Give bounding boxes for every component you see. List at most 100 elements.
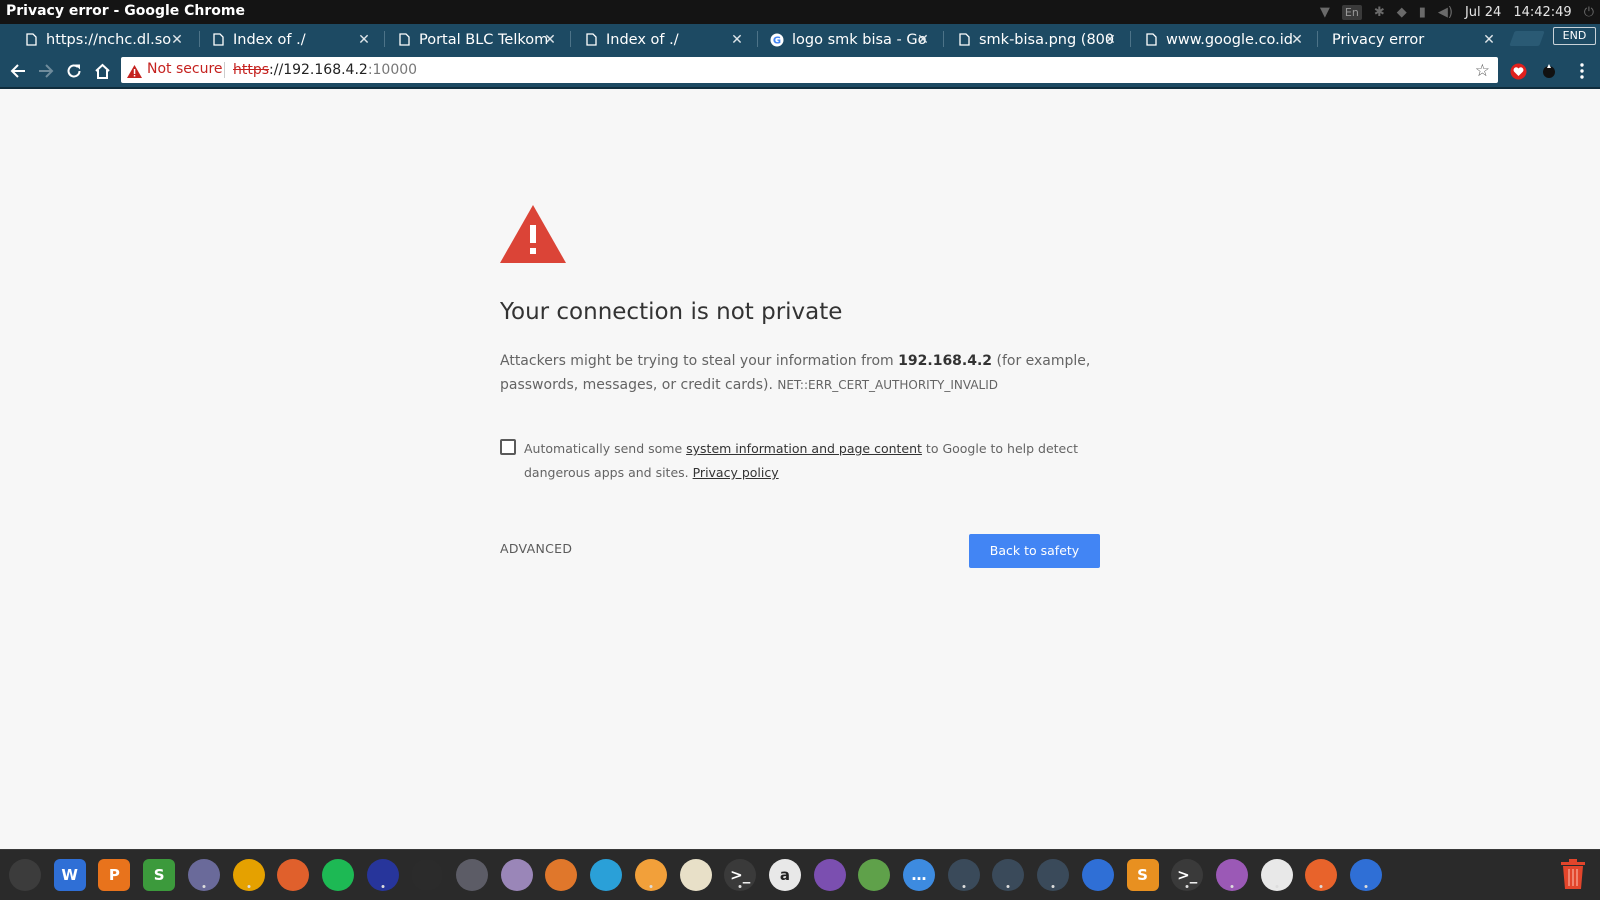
date-label[interactable]: Jul 24 xyxy=(1465,5,1501,20)
dock-app-firefox-icon[interactable] xyxy=(277,859,310,891)
dock-app-wps-spreadsheets-icon[interactable]: S xyxy=(143,859,176,891)
system-info-link[interactable]: system information and page content xyxy=(686,441,922,456)
close-icon[interactable]: ✕ xyxy=(730,32,744,48)
tab-divider xyxy=(943,31,944,47)
dock-app-app-cream-icon[interactable] xyxy=(679,859,712,891)
volume-icon[interactable]: ◀) xyxy=(1438,5,1453,20)
report-prefix: Automatically send some xyxy=(524,441,687,456)
error-code[interactable]: NET::ERR_CERT_AUTHORITY_INVALID xyxy=(777,378,998,392)
tab-divider xyxy=(1317,31,1318,47)
dock-app-inkscape-icon[interactable] xyxy=(411,859,444,891)
close-icon[interactable]: ✕ xyxy=(1290,32,1304,48)
battery-icon[interactable]: ▮ xyxy=(1419,5,1426,20)
url-scheme: https xyxy=(233,62,270,78)
dock-app-feather-icon[interactable] xyxy=(813,859,846,891)
warning-triangle-icon[interactable] xyxy=(127,63,142,82)
dock-app-wps-writer-icon[interactable]: W xyxy=(53,859,86,891)
clock-label[interactable]: 14:42:49 xyxy=(1513,5,1571,20)
dock-app-text-editor-icon[interactable] xyxy=(1215,859,1248,891)
browser-toolbar: Not secure https://192.168.4.2:10000 ☆ xyxy=(0,53,1600,89)
home-icon xyxy=(94,63,110,79)
system-tray: ▼ En ✱ ◆ ▮ ◀) Jul 24 14:42:49 ⏻ xyxy=(1320,2,1594,22)
chrome-menu-button[interactable] xyxy=(1572,61,1592,81)
dock-app-terminal-2-icon[interactable]: >_ xyxy=(1171,859,1204,891)
document-icon xyxy=(397,33,411,47)
tab-divider xyxy=(1130,31,1131,47)
more-vertical-icon xyxy=(1580,63,1584,79)
close-icon[interactable]: ✕ xyxy=(543,32,557,48)
close-icon[interactable]: ✕ xyxy=(1482,32,1496,48)
dock-app-glyph: >_ xyxy=(730,866,751,884)
arrow-right-icon xyxy=(39,64,54,78)
dock-app-app-orange-2-icon[interactable] xyxy=(1305,859,1338,891)
dock-app-list-app-icon[interactable] xyxy=(1081,859,1114,891)
dock-app-app-purple-icon[interactable] xyxy=(500,859,533,891)
extension-icon[interactable] xyxy=(1539,61,1559,81)
close-icon[interactable]: ✕ xyxy=(357,32,371,48)
dock-app-chrome-icon[interactable] xyxy=(232,859,265,891)
close-icon[interactable]: ✕ xyxy=(1103,32,1117,48)
address-bar[interactable]: Not secure https://192.168.4.2:10000 ☆ xyxy=(121,57,1498,83)
tab-1[interactable]: https://nchc.dl.so ✕ xyxy=(16,26,192,53)
dock-app-chat-icon[interactable]: … xyxy=(903,859,935,891)
notification-icon[interactable]: ◆ xyxy=(1397,5,1407,20)
dock-app-glyph: W xyxy=(61,866,78,884)
advanced-button[interactable]: ADVANCED xyxy=(500,541,572,556)
tab-5[interactable]: G logo smk bisa - Go ✕ xyxy=(762,26,938,53)
not-secure-label[interactable]: Not secure xyxy=(147,61,223,77)
dock-app-app-signature-icon[interactable] xyxy=(1260,859,1293,891)
dock-app-amazon-icon[interactable]: a xyxy=(768,859,801,891)
bluetooth-icon[interactable]: ✱ xyxy=(1374,5,1385,20)
dock-app-ubuntu-launcher-icon[interactable] xyxy=(9,859,41,891)
keyboard-language-indicator[interactable]: En xyxy=(1341,4,1362,20)
tab-divider xyxy=(199,31,200,47)
tab-6[interactable]: smk-bisa.png (800 ✕ xyxy=(949,26,1125,53)
dock-app-app-magnifier-3-icon[interactable] xyxy=(1037,859,1070,891)
explanation-prefix: Attackers might be trying to steal your … xyxy=(500,353,899,369)
reload-button[interactable] xyxy=(63,60,85,82)
close-icon[interactable]: ✕ xyxy=(170,32,184,48)
back-button[interactable] xyxy=(7,60,29,82)
dock-app-image-viewer-icon[interactable] xyxy=(858,859,891,891)
dock-app-app-grey-icon[interactable] xyxy=(456,859,488,891)
running-indicator xyxy=(247,885,250,888)
tab-active-privacy-error[interactable]: Privacy error ✕ xyxy=(1322,26,1504,53)
document-icon xyxy=(584,33,598,47)
running-indicator xyxy=(1275,885,1279,888)
bookmark-star-icon[interactable]: ☆ xyxy=(1475,61,1490,81)
extended-reporting-checkbox[interactable] xyxy=(500,439,516,455)
wifi-icon[interactable]: ▼ xyxy=(1320,5,1330,20)
tab-2[interactable]: Index of ./ ✕ xyxy=(203,26,379,53)
url-text[interactable]: https://192.168.4.2:10000 xyxy=(233,62,417,78)
dock-app-app-globe-icon[interactable] xyxy=(1350,859,1382,891)
back-to-safety-button[interactable]: Back to safety xyxy=(969,534,1100,568)
end-button[interactable]: END xyxy=(1553,27,1596,45)
dock-app-telegram-icon[interactable] xyxy=(590,859,623,891)
dock-app-glyph: … xyxy=(911,866,927,884)
dock-app-app-orange-icon[interactable] xyxy=(545,859,578,891)
new-tab-button[interactable] xyxy=(1509,31,1545,46)
heart-extension-icon[interactable] xyxy=(1508,61,1528,81)
home-button[interactable] xyxy=(91,60,113,82)
session-icon[interactable]: ⏻ xyxy=(1584,5,1594,20)
tab-4[interactable]: Index of ./ ✕ xyxy=(576,26,752,53)
running-indicator xyxy=(202,885,206,888)
privacy-policy-link[interactable]: Privacy policy xyxy=(693,465,779,480)
trash-icon[interactable] xyxy=(1560,858,1586,892)
tab-7[interactable]: www.google.co.id ✕ xyxy=(1136,26,1312,53)
dock-app-wps-presentation-icon[interactable]: P xyxy=(98,859,131,891)
dock-app-files-icon[interactable] xyxy=(187,859,220,891)
dock-app-spotify-icon[interactable] xyxy=(321,859,354,891)
close-icon[interactable]: ✕ xyxy=(916,32,930,48)
dock-app-sublime-icon[interactable]: S xyxy=(1126,859,1159,891)
tab-3[interactable]: Portal BLC Telkom ✕ xyxy=(389,26,565,53)
url-separator: :// xyxy=(269,62,284,78)
document-icon xyxy=(211,33,225,47)
dock-app-app-blue-icon[interactable] xyxy=(366,859,399,891)
running-indicator xyxy=(1185,885,1189,888)
forward-button[interactable] xyxy=(35,60,57,82)
dock-app-terminal-icon[interactable]: >_ xyxy=(724,859,757,891)
dock-app-app-magnifier-2-icon[interactable] xyxy=(992,859,1025,891)
dock-app-software-center-icon[interactable] xyxy=(634,859,667,891)
dock-app-app-magnifier-1-icon[interactable] xyxy=(947,859,980,891)
